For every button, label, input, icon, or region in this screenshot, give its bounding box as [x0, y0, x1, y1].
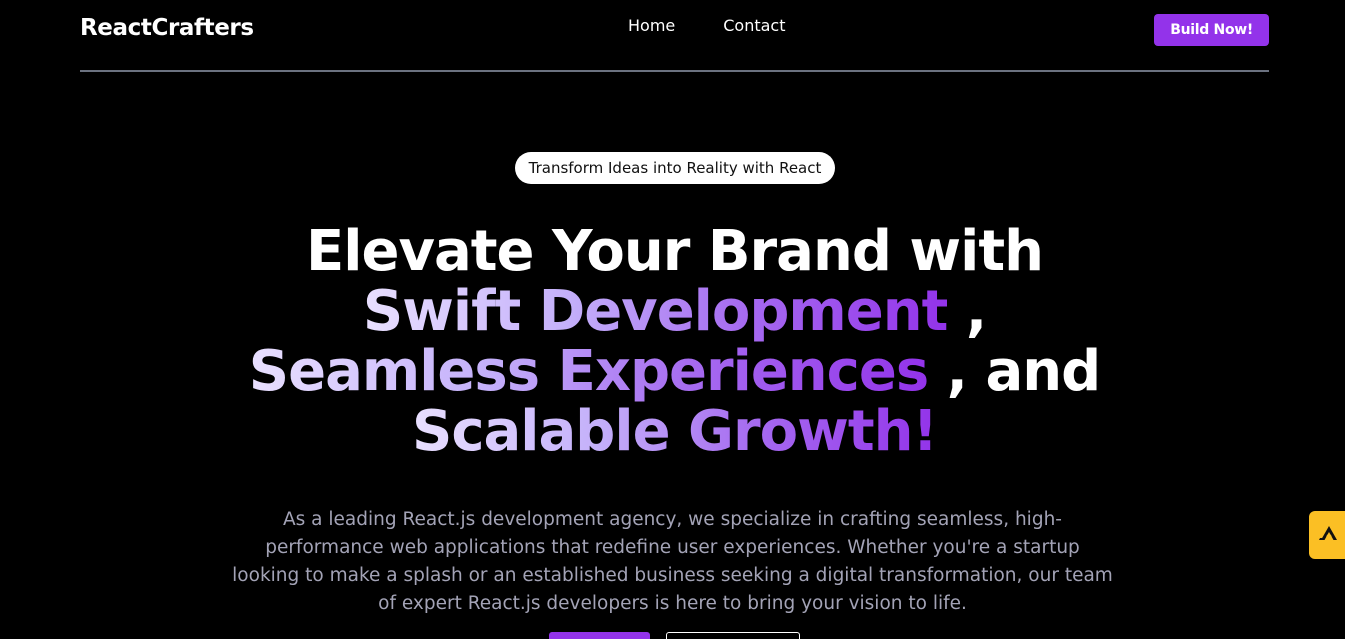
headline-comma: , — [947, 279, 987, 344]
hero-secondary-button[interactable] — [666, 632, 800, 639]
nav-link-contact[interactable]: Contact — [723, 16, 785, 35]
build-now-button[interactable]: Build Now! — [1154, 14, 1269, 46]
headline-line-4: Scalable Growth! — [172, 402, 1177, 462]
hero-description: As a leading React.js development agency… — [232, 509, 1113, 614]
headline-highlight-scalable-growth: Scalable Growth! — [411, 399, 938, 464]
headline-and: , and — [928, 339, 1102, 404]
triangle-logo-icon — [1319, 524, 1339, 547]
headline-line-3: Seamless Experiences , and — [172, 342, 1177, 402]
hero-headline: Elevate Your Brand with Swift Developmen… — [172, 222, 1177, 462]
brand-logo[interactable]: ReactCrafters — [80, 15, 254, 41]
headline-highlight-seamless-experiences: Seamless Experiences — [248, 339, 929, 404]
nav-link-home[interactable]: Home — [628, 16, 675, 35]
landing-page: ReactCrafters Home Contact Build Now! Tr… — [0, 0, 1345, 639]
headline-line-1: Elevate Your Brand with — [306, 219, 1044, 284]
floating-widget-button[interactable] — [1309, 511, 1345, 559]
main-nav: Home Contact — [628, 16, 786, 35]
site-header: ReactCrafters Home Contact Build Now! — [80, 0, 1269, 72]
headline-highlight-swift-development: Swift Development — [362, 279, 949, 344]
hero-primary-button[interactable] — [549, 632, 650, 639]
hero-badge: Transform Ideas into Reality with React — [515, 152, 835, 184]
hero-button-row — [549, 632, 800, 639]
headline-line-2: Swift Development , — [172, 282, 1177, 342]
